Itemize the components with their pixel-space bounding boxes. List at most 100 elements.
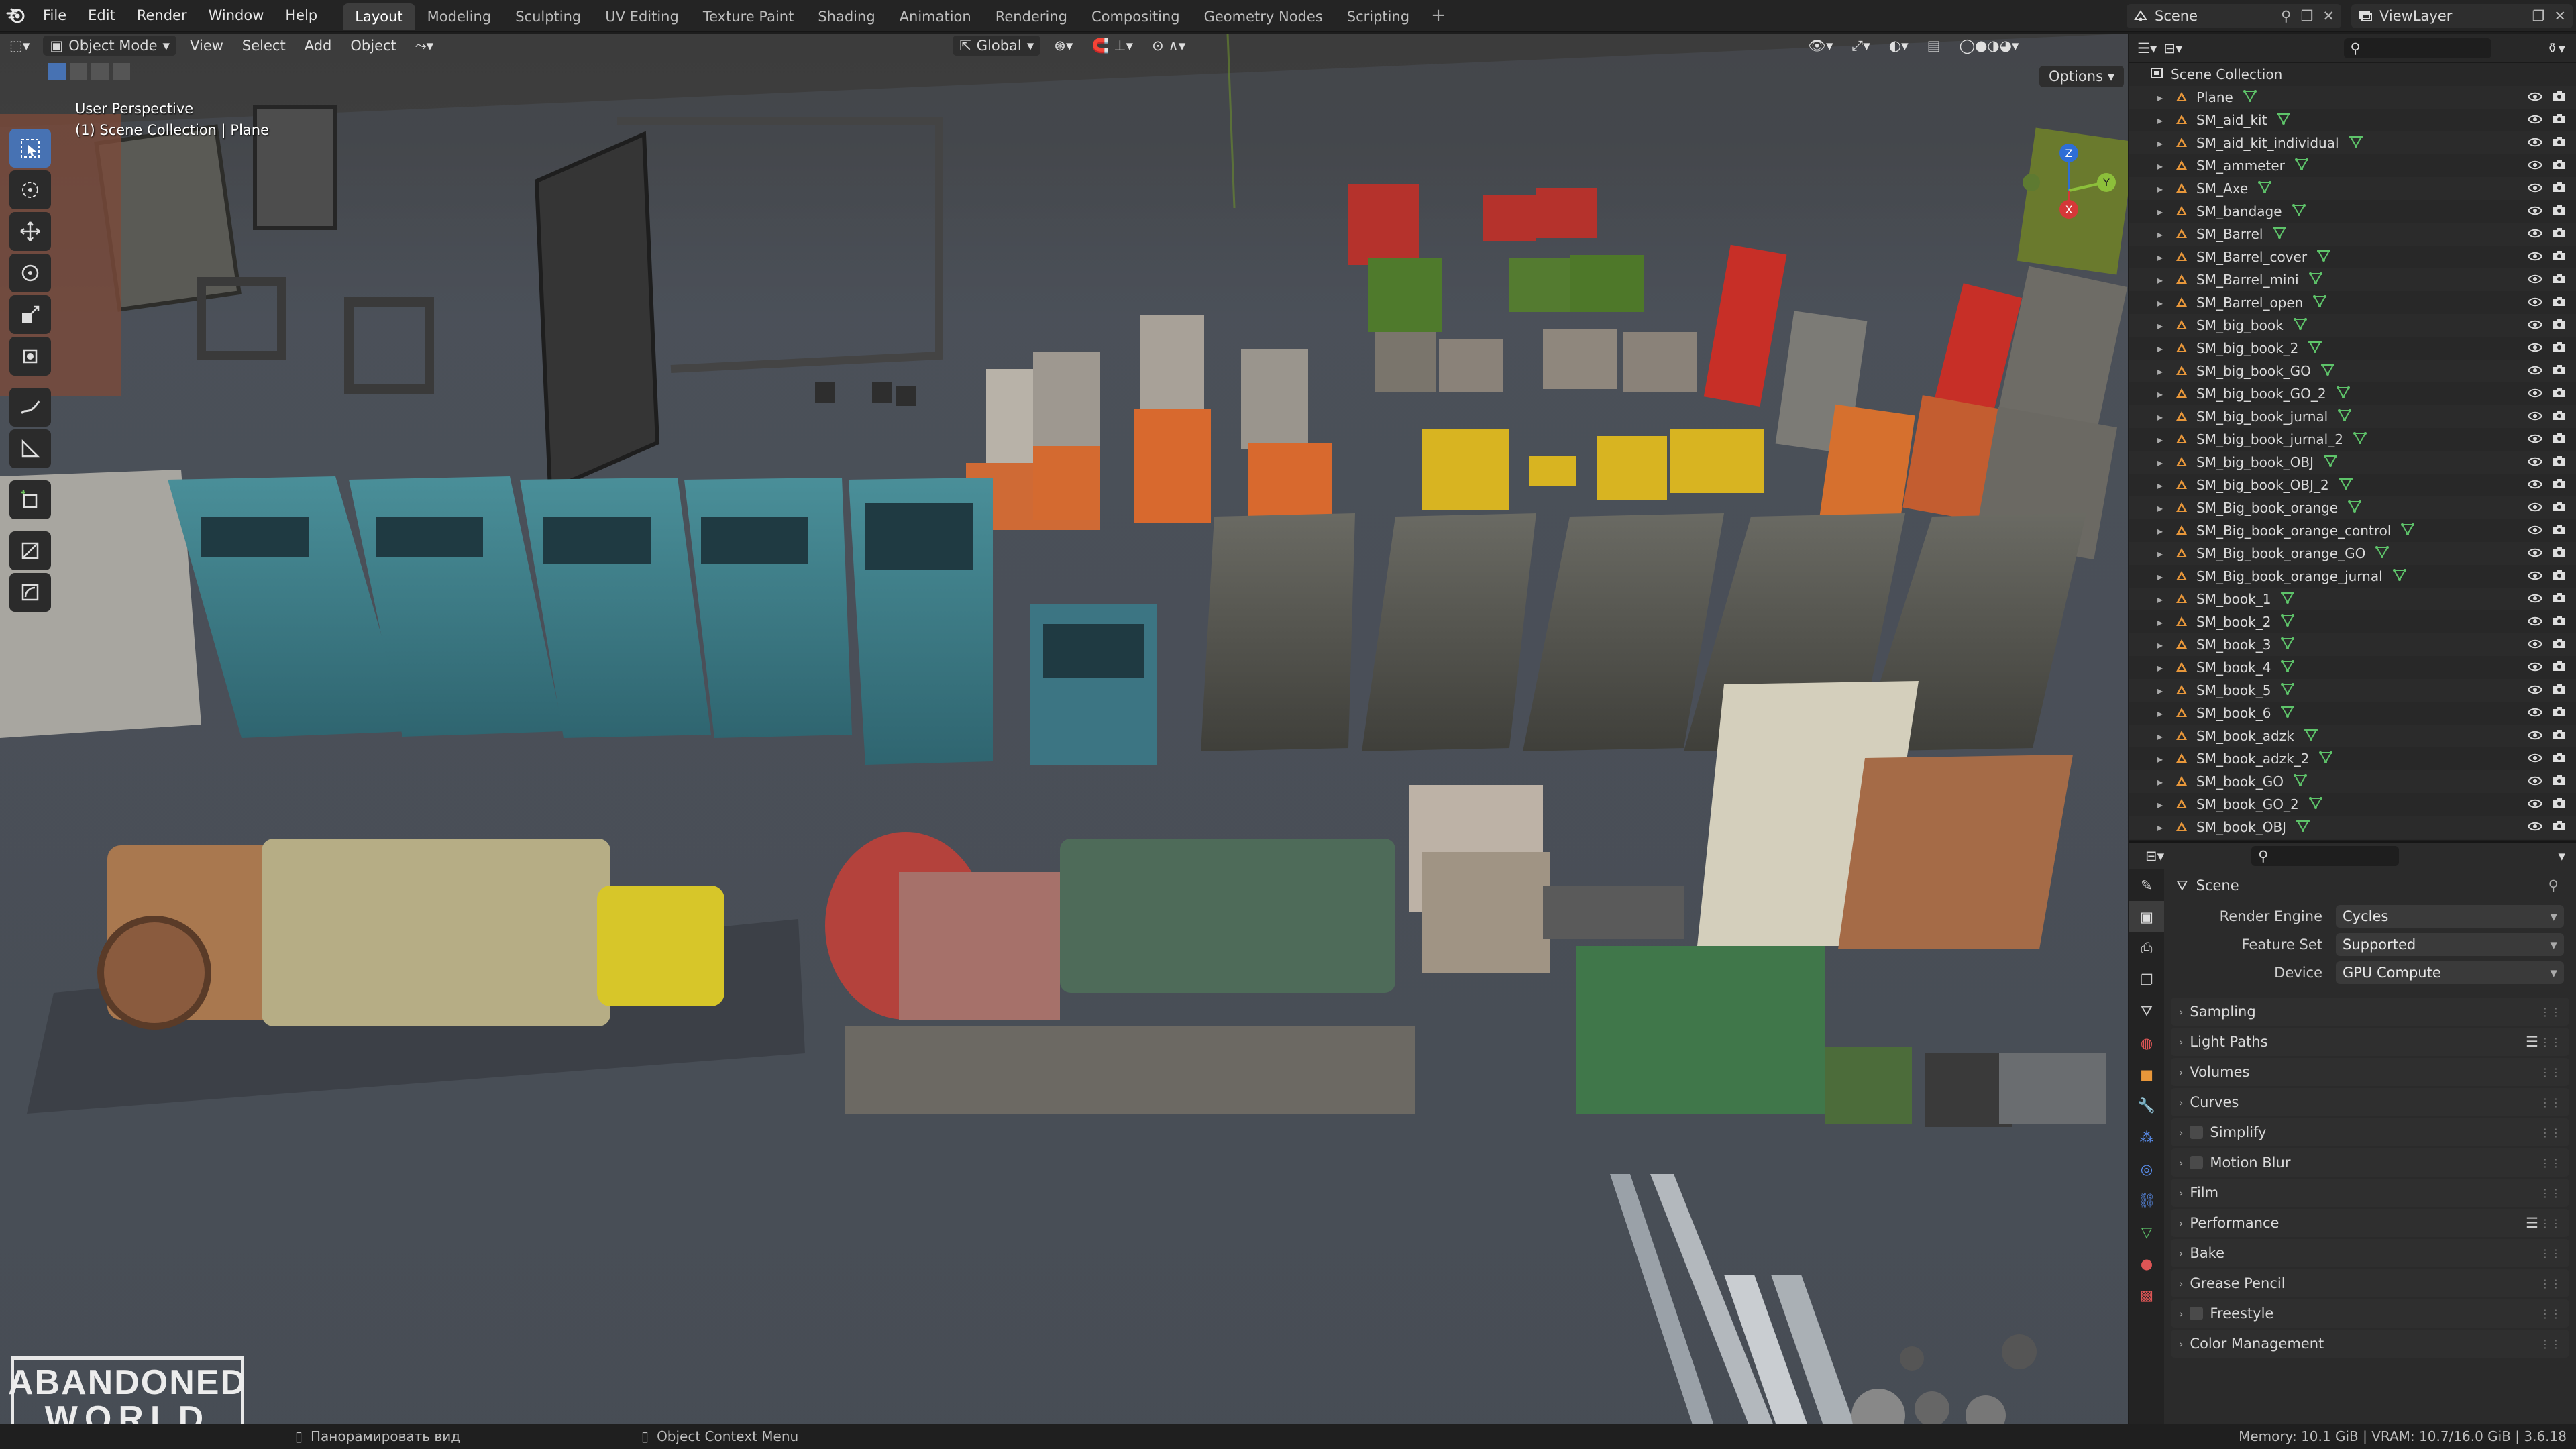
expand-arrow-icon[interactable]: ▸ bbox=[2157, 593, 2167, 606]
add-cube-tool[interactable] bbox=[9, 480, 51, 519]
panel-freestyle[interactable]: › Freestyle ⋮⋮ bbox=[2171, 1299, 2569, 1328]
drag-handle-icon[interactable]: ⋮⋮ bbox=[2540, 1096, 2561, 1109]
outliner-item[interactable]: ▸ SM_big_book_jurnal bbox=[2129, 405, 2576, 428]
mesh-data-icon[interactable] bbox=[2280, 590, 2295, 608]
tab-compositing[interactable]: Compositing bbox=[1079, 3, 1192, 30]
panel-performance[interactable]: › Performance ☰ ⋮⋮ bbox=[2171, 1209, 2569, 1237]
camera-icon[interactable] bbox=[2552, 659, 2567, 676]
camera-icon[interactable] bbox=[2552, 112, 2567, 128]
eye-icon[interactable] bbox=[2527, 340, 2543, 356]
constraints-tab[interactable]: ⛓ bbox=[2129, 1185, 2164, 1216]
editor-type-icon[interactable]: ⬚▾ bbox=[0, 34, 39, 58]
rotate-tool[interactable] bbox=[9, 254, 51, 292]
expand-arrow-icon[interactable]: ▸ bbox=[2157, 160, 2167, 172]
expand-arrow-icon[interactable]: ▸ bbox=[2157, 479, 2167, 492]
orientation-dropdown[interactable]: ⇱ Global ▾ bbox=[953, 36, 1041, 56]
eye-icon[interactable] bbox=[2527, 317, 2543, 333]
camera-icon[interactable] bbox=[2552, 180, 2567, 197]
camera-icon[interactable] bbox=[2552, 363, 2567, 379]
drag-handle-icon[interactable]: ⋮⋮ bbox=[2540, 1338, 2561, 1350]
material-tab[interactable]: ● bbox=[2129, 1248, 2164, 1279]
drag-handle-icon[interactable]: ⋮⋮ bbox=[2540, 1157, 2561, 1169]
expand-arrow-icon[interactable]: ▸ bbox=[2157, 798, 2167, 811]
camera-icon[interactable] bbox=[2552, 272, 2567, 288]
outliner-item[interactable]: ▸ SM_Big_book_orange_jurnal bbox=[2129, 565, 2576, 588]
eye-icon[interactable] bbox=[2527, 477, 2543, 493]
expand-arrow-icon[interactable]: ▸ bbox=[2157, 388, 2167, 400]
mesh-data-icon[interactable] bbox=[2280, 636, 2295, 654]
expand-arrow-icon[interactable]: ▸ bbox=[2157, 433, 2167, 446]
outliner-item[interactable]: ▸ SM_bandage bbox=[2129, 200, 2576, 223]
mesh-data-icon[interactable] bbox=[2272, 225, 2287, 244]
tab-scripting[interactable]: Scripting bbox=[1335, 3, 1421, 30]
render-tab[interactable]: ▣ bbox=[2129, 901, 2164, 932]
panel-grease-pencil[interactable]: › Grease Pencil ⋮⋮ bbox=[2171, 1269, 2569, 1297]
camera-icon[interactable] bbox=[2552, 523, 2567, 539]
expand-arrow-icon[interactable]: ▸ bbox=[2157, 661, 2167, 674]
drag-handle-icon[interactable]: ⋮⋮ bbox=[2540, 1187, 2561, 1199]
mesh-data-icon[interactable] bbox=[2353, 431, 2367, 449]
menu-view[interactable]: View bbox=[180, 34, 233, 58]
editor-type-icon[interactable]: ☰▾ bbox=[2137, 40, 2157, 56]
menu-window[interactable]: Window bbox=[198, 0, 275, 32]
panel-checkbox[interactable] bbox=[2190, 1307, 2204, 1320]
panel-film[interactable]: › Film ⋮⋮ bbox=[2171, 1179, 2569, 1207]
outliner-item[interactable]: ▸ SM_Axe bbox=[2129, 177, 2576, 200]
camera-icon[interactable] bbox=[2552, 568, 2567, 584]
expand-arrow-icon[interactable]: ▸ bbox=[2157, 616, 2167, 629]
eye-icon[interactable] bbox=[2527, 386, 2543, 402]
scene-selector[interactable]: Scene ⚲ ❐ ✕ bbox=[2127, 4, 2341, 28]
expand-arrow-icon[interactable]: ▸ bbox=[2157, 342, 2167, 355]
presets-list-icon[interactable]: ☰ bbox=[2526, 1034, 2538, 1050]
texture-tab[interactable]: ▩ bbox=[2129, 1279, 2164, 1311]
menu-file[interactable]: File bbox=[32, 0, 77, 32]
mesh-data-icon[interactable] bbox=[2400, 522, 2415, 540]
measure-tool[interactable] bbox=[9, 429, 51, 468]
eye-icon[interactable] bbox=[2527, 682, 2543, 698]
outliner-item[interactable]: ▸ SM_book_2 bbox=[2129, 610, 2576, 633]
move-tool[interactable] bbox=[9, 212, 51, 251]
eye-icon[interactable] bbox=[2527, 454, 2543, 470]
blender-logo-icon[interactable] bbox=[0, 0, 32, 32]
snap-icon[interactable]: 🧲 ⊥▾ bbox=[1082, 34, 1142, 58]
panel-motion-blur[interactable]: › Motion Blur ⋮⋮ bbox=[2171, 1148, 2569, 1177]
camera-icon[interactable] bbox=[2552, 500, 2567, 516]
transform-pivot-icon[interactable]: ⤳▾ bbox=[406, 34, 443, 58]
camera-icon[interactable] bbox=[2552, 545, 2567, 561]
expand-arrow-icon[interactable]: ▸ bbox=[2157, 365, 2167, 378]
property-dropdown[interactable]: GPU Compute ▾ bbox=[2336, 961, 2564, 984]
panel-checkbox[interactable] bbox=[2190, 1156, 2204, 1169]
annotate-tool[interactable] bbox=[9, 388, 51, 427]
mesh-data-icon[interactable] bbox=[2349, 134, 2363, 152]
expand-arrow-icon[interactable]: ▸ bbox=[2157, 547, 2167, 560]
expand-arrow-icon[interactable]: ▸ bbox=[2157, 182, 2167, 195]
expand-arrow-icon[interactable]: ▸ bbox=[2157, 205, 2167, 218]
expand-arrow-icon[interactable]: ▸ bbox=[2157, 91, 2167, 104]
mesh-data-icon[interactable] bbox=[2280, 659, 2295, 677]
eye-icon[interactable] bbox=[2527, 751, 2543, 767]
property-dropdown[interactable]: Supported ▾ bbox=[2336, 933, 2564, 956]
mesh-data-icon[interactable] bbox=[2308, 796, 2323, 814]
shading-modes-icon[interactable]: ◯●◑◕▾ bbox=[1950, 34, 2029, 58]
camera-icon[interactable] bbox=[2552, 728, 2567, 744]
proportional-edit-icon[interactable]: ⊙ ∧▾ bbox=[1142, 34, 1195, 58]
camera-icon[interactable] bbox=[2552, 409, 2567, 425]
mesh-data-icon[interactable] bbox=[2243, 89, 2257, 107]
mesh-data-icon[interactable] bbox=[2320, 362, 2335, 380]
outliner-item[interactable]: ▸ SM_Big_book_orange bbox=[2129, 496, 2576, 519]
options-dropdown[interactable]: Options ▾ bbox=[2039, 66, 2125, 87]
expand-arrow-icon[interactable]: ▸ bbox=[2157, 502, 2167, 515]
eye-icon[interactable] bbox=[2527, 545, 2543, 561]
editor-type-icon[interactable]: ⊟▾ bbox=[2145, 848, 2164, 864]
eye-icon[interactable] bbox=[2527, 272, 2543, 288]
world-tab[interactable]: ◍ bbox=[2129, 1027, 2164, 1059]
camera-icon[interactable] bbox=[2552, 386, 2567, 402]
camera-icon[interactable] bbox=[2552, 158, 2567, 174]
outliner-item[interactable]: ▸ SM_big_book_OBJ_2 bbox=[2129, 474, 2576, 496]
mesh-data-icon[interactable] bbox=[2296, 818, 2310, 837]
camera-icon[interactable] bbox=[2552, 135, 2567, 151]
eye-icon[interactable] bbox=[2527, 796, 2543, 812]
tab-shading[interactable]: Shading bbox=[806, 3, 887, 30]
mesh-data-icon[interactable] bbox=[2323, 453, 2338, 472]
panel-volumes[interactable]: › Volumes ⋮⋮ bbox=[2171, 1058, 2569, 1086]
